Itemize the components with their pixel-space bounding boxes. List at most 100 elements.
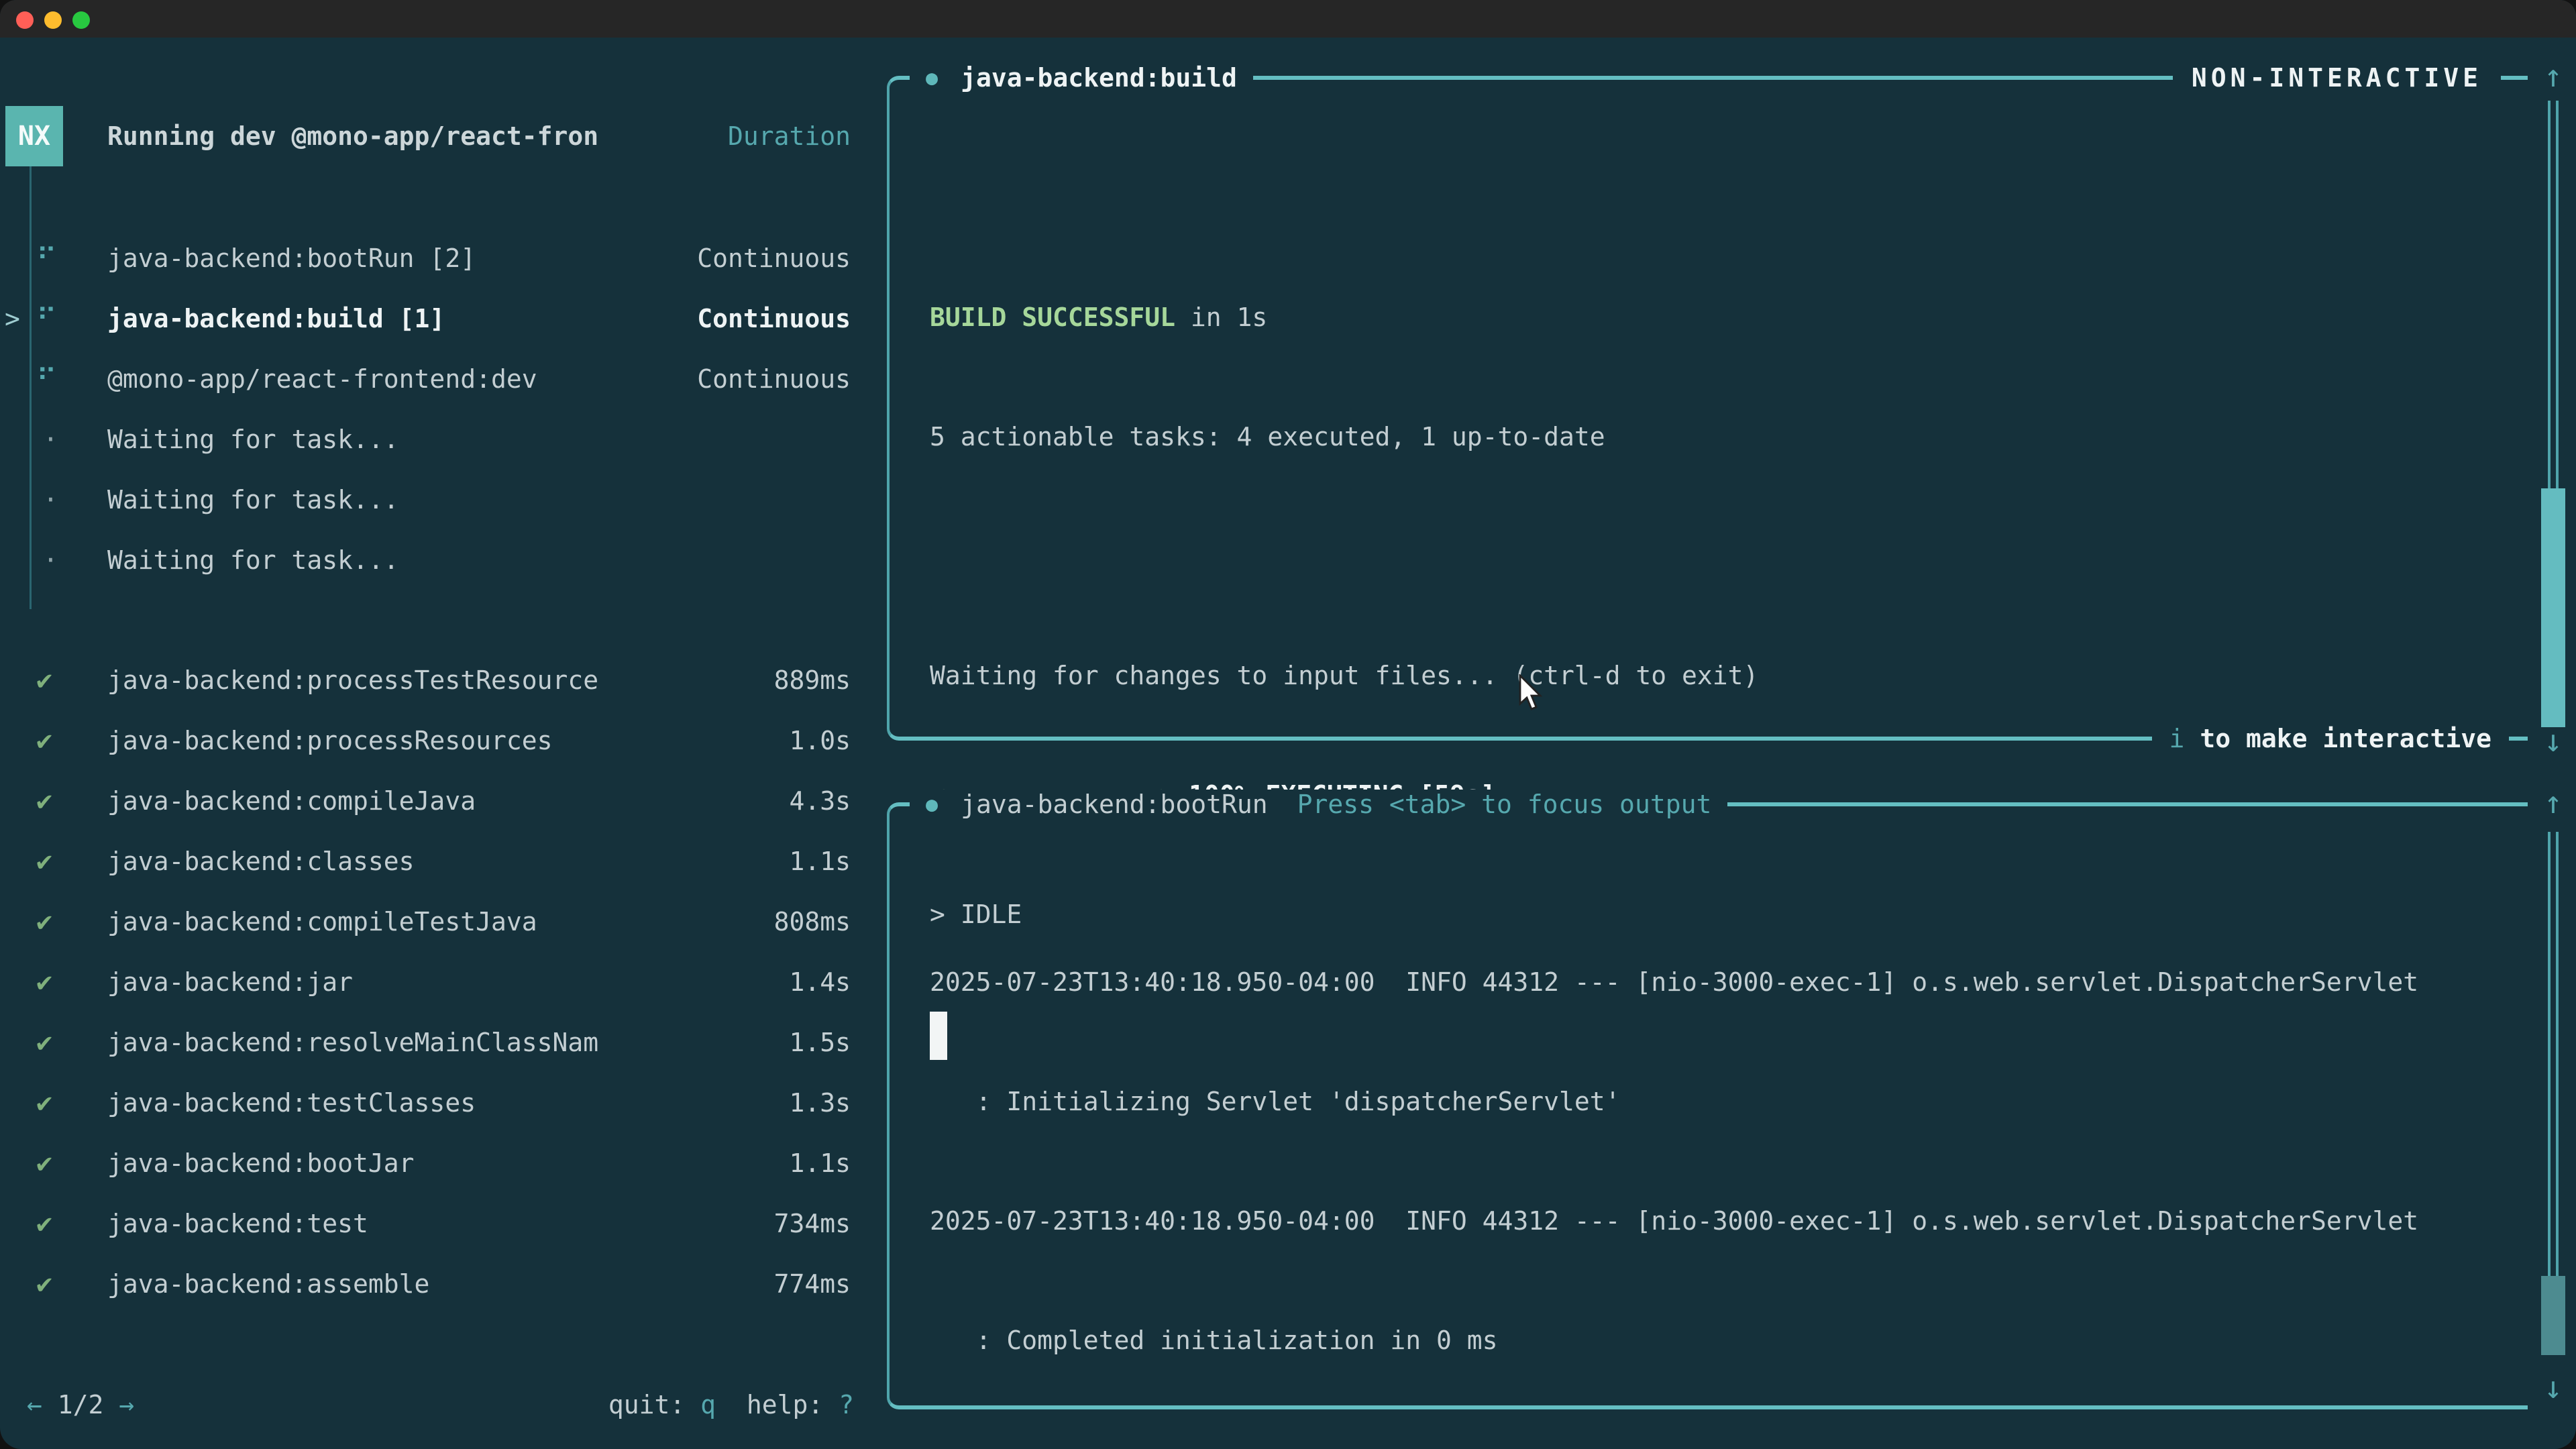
blank-line <box>930 526 1758 586</box>
task-name: java-backend:compileTestJava <box>107 907 774 936</box>
log-line: 2025-07-23T13:40:18.950-04:00 INFO 44312… <box>930 952 2418 1012</box>
task-name: java-backend:compileJava <box>107 786 789 816</box>
minimize-window-button[interactable] <box>44 11 62 29</box>
task-name: java-backend:processResources <box>107 726 789 755</box>
check-icon: ✔ <box>36 906 52 937</box>
task-name: java-backend:bootRun [2] <box>107 244 697 273</box>
completed-task-row[interactable]: ✔ java-backend:assemble 774ms <box>0 1254 887 1314</box>
check-icon: ✔ <box>36 725 52 756</box>
scroll-up-icon[interactable]: ↑ <box>2544 784 2563 820</box>
task-duration: 734ms <box>774 1209 851 1238</box>
running-task-row[interactable]: ⠋ java-backend:bootRun [2] Continuous <box>0 228 887 288</box>
completed-task-row[interactable]: ✔ java-backend:compileJava 4.3s <box>0 771 887 831</box>
quit-hint-label: quit: <box>608 1390 700 1419</box>
completed-task-row[interactable]: ✔ java-backend:jar 1.4s <box>0 952 887 1012</box>
running-bullet-icon: ● <box>926 66 938 90</box>
make-interactive-hint: i to make interactive <box>2152 724 2509 753</box>
completed-task-row[interactable]: ✔ java-backend:classes 1.1s <box>0 831 887 892</box>
task-name: java-backend:processTestResource <box>107 665 774 695</box>
waiting-dot-icon: · <box>43 485 58 515</box>
task-name: java-backend:testClasses <box>107 1088 789 1118</box>
scroll-down-icon[interactable]: ↓ <box>2544 1369 2563 1405</box>
bootrun-terminal-output: 2025-07-23T13:40:18.950-04:00 INFO 44312… <box>930 893 2418 1449</box>
selected-marker: > <box>5 304 20 333</box>
log-line: 2025-07-23T13:40:18.950-04:00 INFO 44312… <box>930 1191 2418 1251</box>
running-bullet-icon: ● <box>926 793 938 816</box>
bootrun-progress-status: 80% EXECUTING [59s] <box>1222 1445 1529 1449</box>
build-waiting-line: Waiting for changes to input files... (c… <box>930 645 1758 706</box>
run-command-title: Running dev @mono-app/react-fron <box>107 121 728 151</box>
running-task-row[interactable]: ⠋ @mono-app/react-frontend:dev Continuou… <box>0 349 887 409</box>
task-name: @mono-app/react-frontend:dev <box>107 364 697 394</box>
waiting-task-row[interactable]: · Waiting for task... <box>0 409 887 470</box>
waiting-task-list: · Waiting for task... · Waiting for task… <box>0 409 887 590</box>
check-icon: ✔ <box>36 665 52 696</box>
running-task-row[interactable]: > ⠋ java-backend:build [1] Continuous <box>0 288 887 349</box>
check-icon: ✔ <box>36 786 52 816</box>
task-list-header: Running dev @mono-app/react-fron Duratio… <box>0 106 887 166</box>
spinner-icon: ⠋ <box>36 303 57 335</box>
build-successful-text: BUILD SUCCESSFUL <box>930 303 1175 332</box>
build-time-text: in 1s <box>1175 303 1267 332</box>
interactive-hint-key: i <box>2169 724 2200 753</box>
check-icon: ✔ <box>36 1208 52 1239</box>
waiting-task-row[interactable]: · Waiting for task... <box>0 530 887 590</box>
bootrun-output-panel: ● java-backend:bootRun Press <tab> to fo… <box>887 802 2528 1409</box>
check-icon: ✔ <box>36 1087 52 1118</box>
scroll-down-icon[interactable]: ↓ <box>2544 722 2563 759</box>
task-duration: 808ms <box>774 907 851 936</box>
focus-output-hint: Press <tab> to focus output <box>1297 790 1712 819</box>
build-result-line: BUILD SUCCESSFUL in 1s <box>930 287 1758 347</box>
duration-column-header: Duration <box>728 121 851 151</box>
log-line-wrap: : Initializing Servlet 'dispatcherServle… <box>930 1071 2418 1132</box>
waiting-task-row[interactable]: · Waiting for task... <box>0 470 887 530</box>
completed-task-row[interactable]: ✔ java-backend:compileTestJava 808ms <box>0 892 887 952</box>
task-duration: 1.4s <box>789 967 851 997</box>
task-duration: 4.3s <box>789 786 851 816</box>
check-icon: ✔ <box>36 846 52 877</box>
spinner-icon: ⠋ <box>36 242 57 275</box>
task-duration: 774ms <box>774 1269 851 1299</box>
sidebar-footer: ← 1/2 → quit: q help: ? <box>27 1375 854 1435</box>
task-duration: 1.1s <box>789 847 851 876</box>
completed-task-row[interactable]: ✔ java-backend:processResources 1.0s <box>0 710 887 771</box>
scroll-up-icon[interactable]: ↑ <box>2544 58 2563 94</box>
zoom-window-button[interactable] <box>72 11 90 29</box>
bootrun-panel-title: ● java-backend:bootRun Press <tab> to fo… <box>910 790 1727 819</box>
page-next-arrow[interactable]: → <box>119 1390 134 1419</box>
waiting-dot-icon: · <box>43 425 58 454</box>
build-panel-task-name: java-backend:build <box>961 63 1237 93</box>
completed-task-row[interactable]: ✔ java-backend:processTestResource 889ms <box>0 650 887 710</box>
task-name: java-backend:bootJar <box>107 1148 789 1178</box>
page-prev-arrow[interactable]: ← <box>27 1390 42 1419</box>
close-window-button[interactable] <box>16 11 34 29</box>
completed-task-row[interactable]: ✔ java-backend:testClasses 1.3s <box>0 1073 887 1133</box>
log-line-wrap: : Completed initialization in 0 ms <box>930 1310 2418 1371</box>
running-task-list: ⠋ java-backend:bootRun [2] Continuous > … <box>0 228 887 409</box>
quit-key: q <box>700 1390 716 1419</box>
task-name: java-backend:build [1] <box>107 304 697 333</box>
progress-prefix: <<< <box>930 1445 976 1449</box>
completed-task-row[interactable]: ✔ java-backend:resolveMainClassNam 1.5s <box>0 1012 887 1073</box>
waiting-dot-icon: · <box>43 545 58 575</box>
check-icon: ✔ <box>36 967 52 998</box>
task-name: java-backend:resolveMainClassNam <box>107 1028 789 1057</box>
task-duration: 889ms <box>774 665 851 695</box>
terminal-window: NX Running dev @mono-app/react-fron Dura… <box>0 0 2576 1449</box>
spinner-icon: ⠋ <box>36 363 57 396</box>
completed-task-row[interactable]: ✔ java-backend:test 734ms <box>0 1193 887 1254</box>
scrollbar-track[interactable] <box>2548 832 2559 1342</box>
mouse-cursor <box>1517 674 1547 712</box>
task-name: java-backend:test <box>107 1209 774 1238</box>
hint-gap <box>716 1390 747 1419</box>
scrollbar-thumb[interactable] <box>2541 488 2565 727</box>
task-duration: 1.0s <box>789 726 851 755</box>
task-status: Continuous <box>697 364 851 394</box>
task-duration: 1.5s <box>789 1028 851 1057</box>
completed-task-row[interactable]: ✔ java-backend:bootJar 1.1s <box>0 1133 887 1193</box>
scrollbar-thumb[interactable] <box>2541 1276 2565 1355</box>
progress-suffix: ---> <box>1160 1445 1222 1449</box>
bootrun-progress-line: <<<════════════---> 80% EXECUTING [59s] <box>930 1430 2418 1449</box>
non-interactive-badge: NON-INTERACTIVE <box>2173 63 2501 93</box>
task-name: java-backend:classes <box>107 847 789 876</box>
